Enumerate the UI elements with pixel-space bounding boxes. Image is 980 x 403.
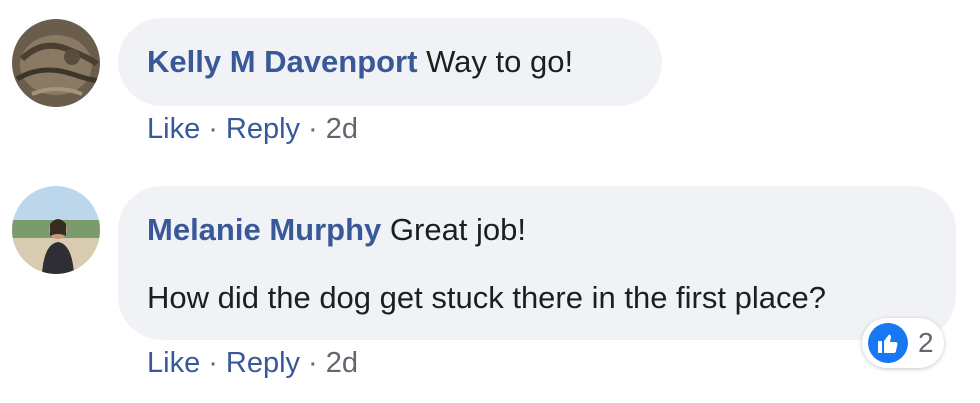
separator: · bbox=[208, 347, 218, 379]
like-link[interactable]: Like bbox=[147, 347, 200, 379]
separator: · bbox=[308, 113, 318, 145]
like-link[interactable]: Like bbox=[147, 113, 200, 145]
author-name[interactable]: Melanie Murphy bbox=[147, 212, 381, 247]
comment-text: Melanie Murphy Great job! bbox=[147, 212, 526, 248]
author-name[interactable]: Kelly M Davenport bbox=[147, 44, 417, 79]
timestamp[interactable]: 2d bbox=[326, 113, 358, 145]
comment-body: Way to go! bbox=[426, 44, 574, 79]
comment-text: Kelly M Davenport Way to go! bbox=[147, 44, 573, 80]
separator: · bbox=[308, 347, 318, 379]
reaction-summary[interactable]: 2 bbox=[862, 318, 944, 368]
avatar[interactable] bbox=[12, 19, 100, 107]
thumbs-up-icon bbox=[868, 323, 908, 363]
comment-actions: Like · Reply · 2d bbox=[147, 113, 358, 146]
reaction-count: 2 bbox=[918, 327, 934, 358]
comment-text-line: How did the dog get stuck there in the f… bbox=[147, 280, 826, 315]
comment-body: Great job! bbox=[389, 212, 527, 247]
reply-link[interactable]: Reply bbox=[226, 347, 300, 379]
avatar[interactable] bbox=[12, 186, 100, 274]
comment-actions: Like · Reply · 2d bbox=[147, 347, 358, 380]
comment-bubble bbox=[118, 186, 956, 340]
reply-link[interactable]: Reply bbox=[226, 113, 300, 145]
separator: · bbox=[208, 113, 218, 145]
timestamp[interactable]: 2d bbox=[326, 347, 358, 379]
